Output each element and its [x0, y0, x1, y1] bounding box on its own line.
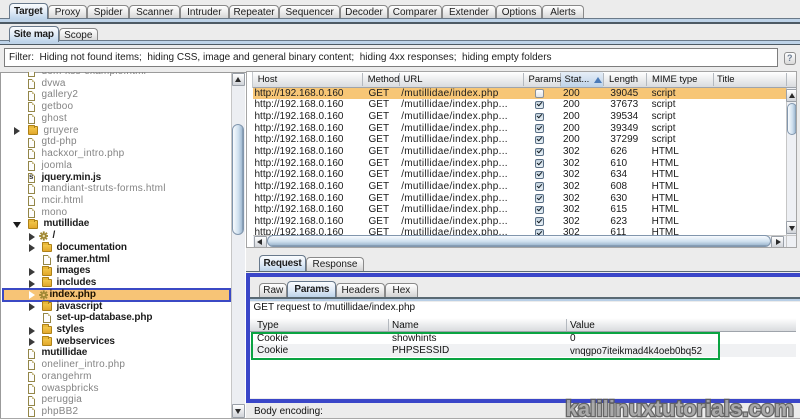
svg-text:kalilinuxtutorials.com: kalilinuxtutorials.com — [566, 396, 794, 420]
